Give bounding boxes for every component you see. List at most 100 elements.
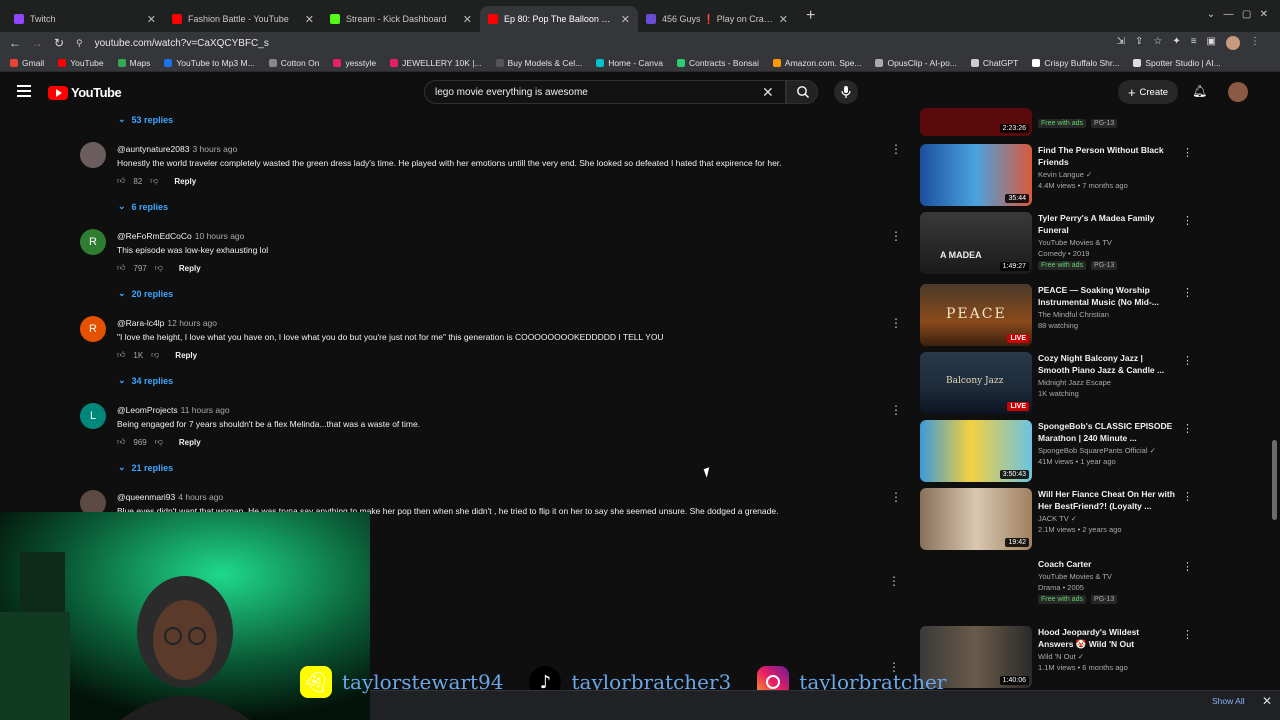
window-controls[interactable]: ⌄ — ▢ ✕	[1207, 9, 1268, 20]
account-avatar[interactable]	[1228, 82, 1248, 102]
more-actions-icon[interactable]: ⋮	[890, 490, 902, 504]
more-actions-icon[interactable]: ⋮	[890, 316, 902, 330]
more-actions-icon[interactable]: ⋮	[1182, 560, 1193, 573]
more-actions-icon[interactable]: ⋮	[1182, 628, 1193, 641]
bookmark-yt-mp3[interactable]: YouTube to Mp3 M...	[164, 58, 255, 68]
thumbs-up-icon[interactable]: 👍︎	[117, 176, 125, 186]
forward-icon[interactable]: →	[26, 36, 48, 50]
create-button[interactable]: + Create	[1118, 80, 1178, 104]
browser-menu-icon[interactable]: ⋮	[1250, 36, 1260, 50]
close-icon[interactable]: ✕	[1262, 694, 1272, 708]
close-icon[interactable]: ✕	[463, 13, 472, 26]
bookmark-gmail[interactable]: Gmail	[10, 58, 44, 68]
close-icon[interactable]: ✕	[779, 13, 788, 26]
video-card[interactable]: PEACE LIVE PEACE — Soaking Worship Instru…	[920, 284, 1220, 348]
page-scrollbar[interactable]	[1272, 440, 1277, 520]
avatar[interactable]: L	[80, 403, 106, 429]
video-card[interactable]: 19:42 Will Her Fiance Cheat On Her with …	[920, 488, 1220, 552]
video-thumbnail[interactable]: Balcony Jazz LIVE	[920, 352, 1032, 414]
comment-author[interactable]: @ReFoRmEdCoCo	[117, 231, 192, 241]
bookmark-amazon[interactable]: Amazon.com. Spe...	[772, 58, 861, 68]
site-info-icon[interactable]: ⚲	[76, 38, 83, 49]
comment-author[interactable]: @Rara-lc4lp	[117, 318, 164, 328]
thumbs-down-icon[interactable]: 👎︎	[150, 176, 158, 186]
channel-name[interactable]: JACK TV ✓	[1038, 514, 1176, 523]
channel-name[interactable]: YouTube Movies & TV	[1038, 572, 1176, 581]
view-replies-button[interactable]: ⌄ 6 replies	[118, 201, 168, 212]
video-title[interactable]: Find The Person Without Black Friends	[1038, 144, 1176, 168]
channel-name[interactable]: Wild 'N Out ✓	[1038, 652, 1176, 661]
more-actions-icon[interactable]: ⋮	[888, 574, 900, 588]
avatar[interactable]: R	[80, 316, 106, 342]
bookmark-cotton-on[interactable]: Cotton On	[268, 58, 319, 68]
bookmark-canva[interactable]: Home - Canva	[596, 58, 663, 68]
video-title[interactable]: PEACE — Soaking Worship Instrumental Mus…	[1038, 284, 1176, 308]
video-title[interactable]: SpongeBob's CLASSIC EPISODE Marathon | 2…	[1038, 420, 1176, 444]
comment-time[interactable]: 12 hours ago	[167, 318, 217, 328]
sidebar-icon[interactable]: ▣	[1207, 36, 1216, 50]
reply-button[interactable]: Reply	[174, 177, 196, 186]
search-button[interactable]	[786, 80, 818, 104]
video-title[interactable]: Tyler Perry's A Madea Family Funeral	[1038, 212, 1176, 236]
search-input[interactable]: lego movie everything is awesome	[424, 80, 786, 104]
more-actions-icon[interactable]: ⋮	[1182, 214, 1193, 227]
video-card[interactable]: Coach Carter YouTube Movies & TV Drama •…	[920, 558, 1220, 622]
more-actions-icon[interactable]: ⋮	[1182, 490, 1193, 503]
bookmark-crispy-buffalo[interactable]: Crispy Buffalo Shr...	[1032, 58, 1119, 68]
tab-twitch[interactable]: Twitch ✕	[6, 6, 164, 32]
profile-avatar[interactable]	[1226, 36, 1240, 50]
thumbs-up-icon[interactable]: 👍︎	[117, 350, 125, 360]
tab-crazygames[interactable]: 456 Guys ❗ Play on CrazyGam ✕	[638, 6, 796, 32]
video-card[interactable]: 2:23:26 Free with ads PG-13	[920, 108, 1220, 138]
more-actions-icon[interactable]: ⋮	[890, 142, 902, 156]
video-title[interactable]: Cozy Night Balcony Jazz | Smooth Piano J…	[1038, 352, 1176, 376]
channel-name[interactable]: SpongeBob SquarePants Official ✓	[1038, 446, 1176, 455]
comment-author[interactable]: @LeomProjects	[117, 405, 178, 415]
reply-button[interactable]: Reply	[179, 264, 201, 273]
channel-name[interactable]: Midnight Jazz Escape	[1038, 378, 1176, 387]
thumbs-up-icon[interactable]: 👍︎	[117, 263, 125, 273]
bookmark-chatgpt[interactable]: ChatGPT	[970, 58, 1018, 68]
reload-icon[interactable]: ↻	[48, 36, 70, 50]
more-actions-icon[interactable]: ⋮	[1182, 354, 1193, 367]
thumbs-down-icon[interactable]: 👎︎	[155, 263, 163, 273]
install-icon[interactable]: ⇲	[1117, 36, 1125, 50]
youtube-logo[interactable]: YouTube	[48, 85, 122, 100]
video-title[interactable]: Hood Jeopardy's Wildest Answers 🤡 Wild '…	[1038, 626, 1176, 650]
video-card[interactable]: Balcony Jazz LIVE Cozy Night Balcony Jazz…	[920, 352, 1220, 416]
voice-search-button[interactable]	[834, 80, 858, 104]
avatar[interactable]	[80, 142, 106, 168]
reading-list-icon[interactable]: ≡	[1191, 36, 1197, 50]
notifications-bell-icon[interactable]: 🔔︎	[1192, 84, 1207, 98]
bookmark-opusclip[interactable]: OpusClip - AI-po...	[875, 58, 957, 68]
video-thumbnail[interactable]: 19:42	[920, 488, 1032, 550]
close-icon[interactable]: ✕	[621, 13, 630, 26]
back-icon[interactable]: ←	[4, 36, 26, 50]
video-card[interactable]: 3:50:43 SpongeBob's CLASSIC EPISODE Mara…	[920, 420, 1220, 484]
more-actions-icon[interactable]: ⋮	[1182, 286, 1193, 299]
url-field[interactable]: youtube.com/watch?v=CaXQCYBFC_s	[95, 38, 269, 49]
show-all-downloads-link[interactable]: Show All	[1212, 696, 1245, 706]
comment-author[interactable]: @queenmari93	[117, 492, 175, 502]
comment-time[interactable]: 11 hours ago	[181, 405, 230, 415]
bookmark-spotter[interactable]: Spotter Studio | AI...	[1133, 58, 1221, 68]
hamburger-menu-icon[interactable]	[17, 85, 31, 97]
tab-fashion-battle[interactable]: Fashion Battle - YouTube ✕	[164, 6, 322, 32]
channel-name[interactable]: Kevin Langue ✓	[1038, 170, 1176, 179]
video-card[interactable]: A MADEA 1:49:27 Tyler Perry's A Madea Fam…	[920, 212, 1220, 276]
view-replies-button[interactable]: ⌄ 34 replies	[118, 375, 173, 386]
reply-button[interactable]: Reply	[175, 351, 197, 360]
video-title[interactable]: Coach Carter	[1038, 558, 1176, 570]
more-actions-icon[interactable]: ⋮	[1182, 146, 1193, 159]
tab-kick-dashboard[interactable]: Stream - Kick Dashboard ✕	[322, 6, 480, 32]
comment-time[interactable]: 10 hours ago	[195, 231, 245, 241]
video-thumbnail[interactable]: PEACE LIVE	[920, 284, 1032, 346]
view-replies-button[interactable]: ⌄ 20 replies	[118, 288, 173, 299]
video-thumbnail[interactable]: 2:23:26	[920, 108, 1032, 136]
close-icon[interactable]: ✕	[147, 13, 156, 26]
bookmark-youtube[interactable]: YouTube	[58, 58, 104, 68]
bookmark-yesstyle[interactable]: yesstyle	[333, 58, 376, 68]
video-title[interactable]: Will Her Fiance Cheat On Her with Her Be…	[1038, 488, 1176, 512]
view-replies-button[interactable]: ⌄ 53 replies	[118, 114, 173, 125]
bookmark-buy-models[interactable]: Buy Models & Cel...	[495, 58, 582, 68]
